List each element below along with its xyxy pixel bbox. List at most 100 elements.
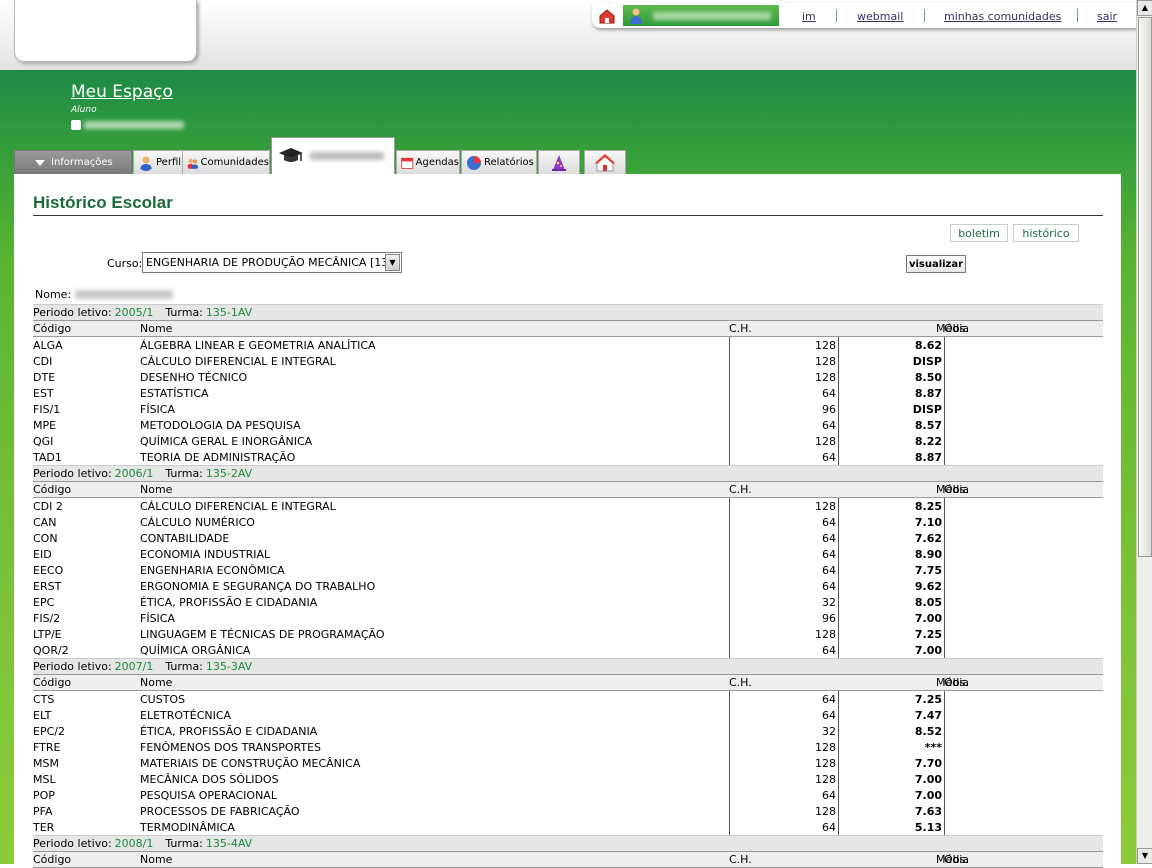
turma-value: 135-3AV bbox=[205, 660, 253, 673]
table-row: FTRE FENÔMENOS DOS TRANSPORTES 128 *** bbox=[33, 739, 1103, 755]
user-identity bbox=[71, 120, 184, 130]
cell-obs bbox=[944, 739, 1103, 755]
scroll-up-arrow[interactable]: ▲ bbox=[1137, 0, 1152, 16]
user-badge[interactable] bbox=[623, 5, 779, 26]
tab-relatorios[interactable]: Relatórios bbox=[461, 150, 537, 174]
cell-obs bbox=[944, 626, 1103, 642]
cell-ch: 128 bbox=[729, 369, 838, 385]
col-ch: C.H. bbox=[729, 322, 752, 335]
logo-box bbox=[14, 0, 197, 62]
chevron-down-icon[interactable]: ▼ bbox=[385, 254, 400, 271]
tab-agendas[interactable]: Agendas bbox=[396, 150, 460, 174]
cell-media: 8.22 bbox=[838, 433, 944, 449]
cell-codigo: EPC/2 bbox=[33, 724, 65, 738]
cell-media: 8.50 bbox=[838, 369, 944, 385]
link-minhas-comunidades[interactable]: minhas comunidades bbox=[944, 10, 1061, 23]
cell-nome: MATERIAIS DE CONSTRUÇÃO MECÂNICA bbox=[140, 756, 361, 770]
link-im[interactable]: im bbox=[802, 10, 816, 23]
col-codigo: Código bbox=[33, 322, 72, 335]
divider bbox=[924, 9, 925, 22]
cell-media: 9.62 bbox=[838, 578, 944, 594]
table-header-row: Código Nome C.H. Média Obs. bbox=[33, 320, 1103, 337]
profile-icon bbox=[140, 156, 152, 171]
link-sair[interactable]: sair bbox=[1097, 10, 1117, 23]
period-value: 2007/1 bbox=[114, 660, 154, 673]
col-media: Média bbox=[936, 853, 970, 866]
cell-media: 7.25 bbox=[838, 626, 944, 642]
link-webmail[interactable]: webmail bbox=[857, 10, 903, 23]
cell-obs bbox=[944, 449, 1103, 465]
cell-media: 7.47 bbox=[838, 707, 944, 723]
tab-home[interactable] bbox=[584, 150, 626, 174]
cell-obs bbox=[944, 417, 1103, 433]
cell-obs bbox=[944, 369, 1103, 385]
cell-obs bbox=[944, 401, 1103, 417]
scroll-thumb[interactable] bbox=[1138, 17, 1152, 557]
table-row: EPC ÉTICA, PROFISSÃO E CIDADANIA 32 8.05 bbox=[33, 594, 1103, 610]
cell-codigo: TER bbox=[33, 820, 55, 834]
cell-ch: 64 bbox=[729, 546, 838, 562]
cell-obs bbox=[944, 562, 1103, 578]
home-icon[interactable] bbox=[592, 5, 622, 26]
col-obs: Obs. bbox=[944, 483, 969, 496]
cell-codigo: DTE bbox=[33, 370, 56, 384]
cell-obs bbox=[944, 610, 1103, 626]
tab-informacoes[interactable]: Informações bbox=[14, 150, 132, 174]
cell-media: *** bbox=[838, 739, 944, 755]
graduation-cap-icon bbox=[279, 148, 303, 162]
cell-nome: ERGONOMIA E SEGURANÇA DO TRABALHO bbox=[140, 579, 376, 593]
period-label: Periodo letivo: bbox=[33, 306, 112, 319]
scrollbar[interactable]: ▲ ▼ bbox=[1136, 0, 1152, 864]
col-media: Média bbox=[936, 483, 970, 496]
cell-obs bbox=[944, 691, 1103, 707]
cell-ch: 128 bbox=[729, 771, 838, 787]
cell-codigo: FTRE bbox=[33, 740, 61, 754]
top-links-bar: im webmail minhas comunidades sair bbox=[592, 3, 1136, 28]
tab-vida-academica[interactable] bbox=[271, 137, 395, 174]
table-row: EECO ENGENHARIA ECONÔMICA 64 7.75 bbox=[33, 562, 1103, 578]
cell-obs bbox=[944, 546, 1103, 562]
col-codigo: Código bbox=[33, 483, 72, 496]
cell-codigo: MSM bbox=[33, 756, 59, 770]
cell-media: 8.25 bbox=[838, 498, 944, 514]
user-square-icon bbox=[71, 120, 81, 130]
cell-codigo: QOR/2 bbox=[33, 643, 69, 657]
table-row: QOR/2 QUÍMICA ORGÂNICA 64 7.00 bbox=[33, 642, 1103, 658]
period-header: Periodo letivo: 2008/1 Turma: 135-4AV bbox=[33, 835, 1103, 851]
cell-nome: LINGUAGEM E TÉCNICAS DE PROGRAMAÇÃO bbox=[140, 627, 385, 641]
tab-label-blurred bbox=[310, 152, 384, 160]
period-label: Periodo letivo: bbox=[33, 837, 112, 850]
curso-select[interactable]: ENGENHARIA DE PRODUÇÃO MECÂNICA [135] ▼ bbox=[142, 252, 402, 273]
cell-nome: QUÍMICA ORGÂNICA bbox=[140, 643, 251, 657]
tab-wizard[interactable] bbox=[538, 150, 580, 174]
tab-comunidades[interactable]: Comunidades bbox=[182, 150, 270, 174]
top-bar: im webmail minhas comunidades sair bbox=[0, 0, 1136, 70]
table-row: EST ESTATÍSTICA 64 8.87 bbox=[33, 385, 1103, 401]
cell-obs bbox=[944, 578, 1103, 594]
period-header: Periodo letivo: 2005/1 Turma: 135-1AV bbox=[33, 304, 1103, 320]
cell-obs bbox=[944, 353, 1103, 369]
table-row: EPC/2 ÉTICA, PROFISSÃO E CIDADANIA 32 8.52 bbox=[33, 723, 1103, 739]
cell-ch: 64 bbox=[729, 530, 838, 546]
cell-codigo: CTS bbox=[33, 692, 55, 706]
turma-value: 135-1AV bbox=[205, 306, 253, 319]
visualizar-button[interactable]: visualizar bbox=[906, 255, 966, 273]
boletim-button[interactable]: boletim bbox=[950, 224, 1008, 242]
cell-codigo: EPC bbox=[33, 595, 55, 609]
col-ch: C.H. bbox=[729, 853, 752, 866]
cell-nome: MECÂNICA DOS SÓLIDOS bbox=[140, 772, 279, 786]
table-row: MSM MATERIAIS DE CONSTRUÇÃO MECÂNICA 128 7.… bbox=[33, 755, 1103, 771]
scroll-down-arrow[interactable]: ▼ bbox=[1137, 848, 1152, 864]
page-header-title[interactable]: Meu Espaço bbox=[71, 82, 173, 102]
historico-button[interactable]: histórico bbox=[1013, 224, 1079, 242]
cell-media: 7.70 bbox=[838, 755, 944, 771]
cell-nome: TEORIA DE ADMINISTRAÇÃO bbox=[140, 450, 296, 464]
col-obs: Obs. bbox=[944, 322, 969, 335]
tab-informacoes-label: Informações bbox=[51, 157, 113, 168]
table-row: MSL MECÂNICA DOS SÓLIDOS 128 7.00 bbox=[33, 771, 1103, 787]
cell-obs bbox=[944, 723, 1103, 739]
period-header: Periodo letivo: 2007/1 Turma: 135-3AV bbox=[33, 658, 1103, 674]
cell-codigo: CDI bbox=[33, 354, 53, 368]
user-icon bbox=[630, 8, 642, 24]
tab-agendas-label: Agendas bbox=[415, 157, 459, 168]
